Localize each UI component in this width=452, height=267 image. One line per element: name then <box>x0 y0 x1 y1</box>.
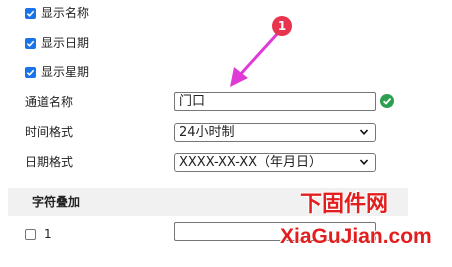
chevron-down-icon <box>359 129 369 135</box>
watermark-title: 下固件网 <box>300 191 389 217</box>
show-weekday-checkbox[interactable] <box>25 67 36 78</box>
overlay-1-label: 1 <box>44 227 52 241</box>
date-format-value: XXXX-XX-XX（年月日） <box>179 155 323 170</box>
annotation-badge: 1 <box>272 16 292 36</box>
overlay-1-checkbox[interactable] <box>25 229 36 240</box>
date-format-label: 日期格式 <box>25 155 74 169</box>
time-format-select[interactable]: 24小时制 <box>174 123 376 142</box>
date-format-select[interactable]: XXXX-XX-XX（年月日） <box>174 153 376 172</box>
show-date-checkbox[interactable] <box>25 38 36 49</box>
time-format-label: 时间格式 <box>25 125 74 139</box>
time-format-value: 24小时制 <box>179 125 235 140</box>
channel-name-input[interactable]: 门口 <box>174 92 376 111</box>
channel-name-label: 通道名称 <box>25 95 74 109</box>
show-weekday-label: 显示星期 <box>41 65 90 79</box>
watermark-url: XiaGuJian.com <box>280 225 432 248</box>
show-name-label: 显示名称 <box>41 6 90 20</box>
check-circle-icon <box>380 94 394 108</box>
show-name-checkbox[interactable] <box>25 8 36 19</box>
chevron-down-icon <box>359 159 369 165</box>
show-date-label: 显示日期 <box>41 36 90 50</box>
